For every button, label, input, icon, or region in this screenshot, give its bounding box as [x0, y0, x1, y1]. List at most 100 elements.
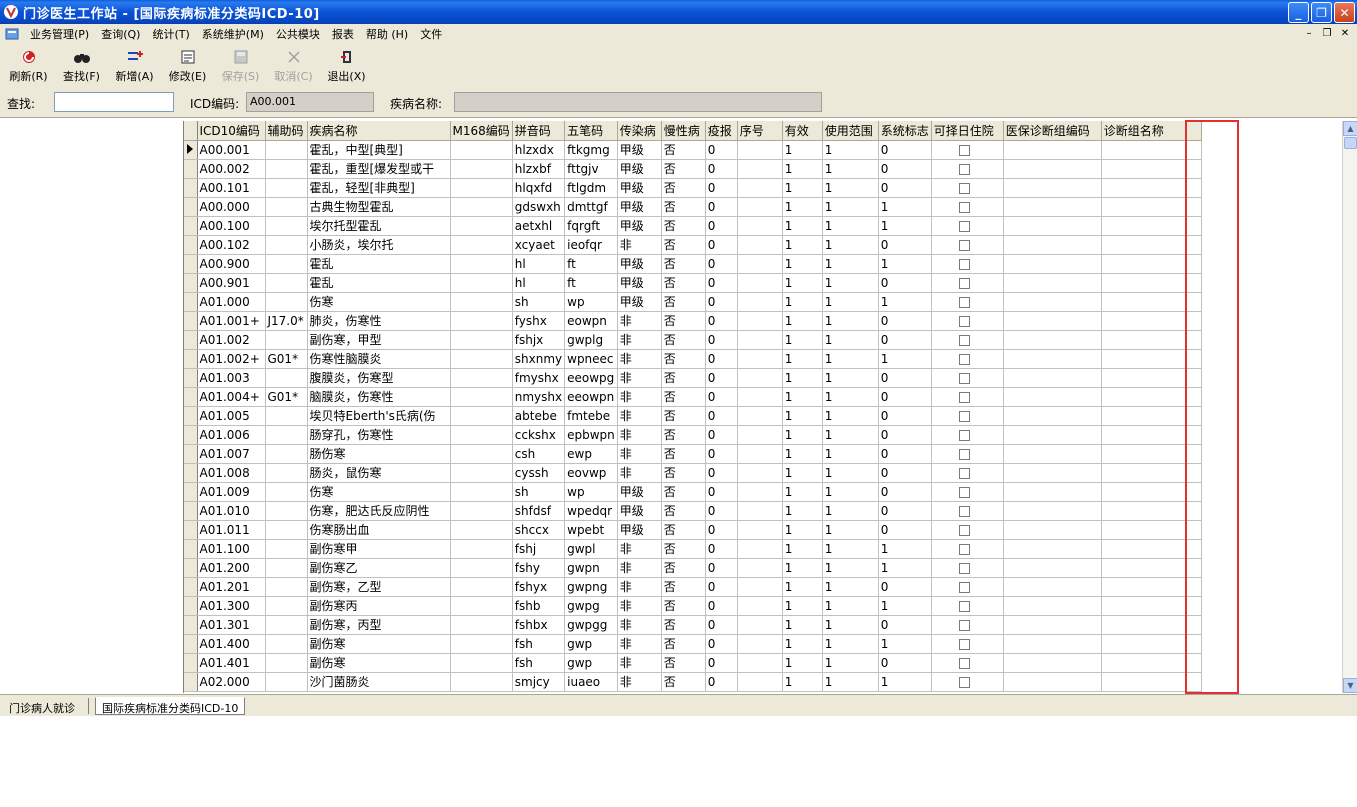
table-cell[interactable]: A01.401: [197, 653, 266, 673]
table-cell[interactable]: 0: [705, 216, 738, 236]
table-cell[interactable]: 非: [617, 330, 662, 350]
table-cell[interactable]: [450, 482, 513, 502]
table-cell[interactable]: G01*: [265, 349, 308, 369]
table-cell[interactable]: 1: [822, 349, 879, 369]
table-cell[interactable]: 1: [822, 311, 879, 331]
table-cell[interactable]: A01.002: [197, 330, 266, 350]
table-cell[interactable]: 1: [822, 444, 879, 464]
row-indicator[interactable]: [184, 634, 198, 654]
table-cell[interactable]: [1003, 368, 1102, 388]
table-cell[interactable]: 0: [705, 140, 738, 160]
table-cell[interactable]: [1101, 596, 1202, 616]
table-cell[interactable]: 1: [822, 235, 879, 255]
table-cell[interactable]: 否: [661, 235, 706, 255]
table-cell[interactable]: 肠炎，鼠伤寒: [307, 463, 451, 483]
table-cell[interactable]: [1101, 292, 1202, 312]
table-cell[interactable]: [265, 216, 308, 236]
scroll-down-icon[interactable]: ▼: [1343, 678, 1357, 693]
table-cell[interactable]: 0: [878, 577, 932, 597]
table-cell[interactable]: hl: [512, 254, 566, 274]
elective-admission-cell[interactable]: [931, 520, 1004, 540]
table-cell[interactable]: fyshx: [512, 311, 566, 331]
table-cell[interactable]: 1: [782, 387, 823, 407]
table-cell[interactable]: [450, 254, 513, 274]
table-cell[interactable]: 否: [661, 368, 706, 388]
table-cell[interactable]: gwpn: [564, 558, 618, 578]
elective-admission-cell[interactable]: [931, 349, 1004, 369]
table-cell[interactable]: sh: [512, 292, 566, 312]
table-cell[interactable]: 1: [782, 463, 823, 483]
tab-outpatient[interactable]: 门诊病人就诊: [2, 697, 82, 715]
table-cell[interactable]: eeowpg: [564, 368, 618, 388]
elective-admission-cell[interactable]: [931, 292, 1004, 312]
table-cell[interactable]: [737, 444, 783, 464]
table-cell[interactable]: 1: [822, 615, 879, 635]
table-cell[interactable]: [265, 235, 308, 255]
table-cell[interactable]: 0: [705, 634, 738, 654]
table-cell[interactable]: 0: [878, 235, 932, 255]
table-cell[interactable]: [737, 197, 783, 217]
elective-admission-checkbox[interactable]: [958, 201, 970, 213]
table-cell[interactable]: [1101, 273, 1202, 293]
table-cell[interactable]: [450, 349, 513, 369]
elective-admission-cell[interactable]: [931, 577, 1004, 597]
add-button[interactable]: 新增(A): [108, 44, 161, 84]
table-cell[interactable]: wp: [564, 292, 618, 312]
table-cell[interactable]: [450, 197, 513, 217]
table-cell[interactable]: eovwp: [564, 463, 618, 483]
table-cell[interactable]: [450, 539, 513, 559]
table-cell[interactable]: A00.001: [197, 140, 266, 160]
table-cell[interactable]: [450, 273, 513, 293]
table-cell[interactable]: 副伤寒乙: [307, 558, 451, 578]
table-cell[interactable]: [1003, 577, 1102, 597]
table-cell[interactable]: [1101, 311, 1202, 331]
table-cell[interactable]: 非: [617, 653, 662, 673]
edit-button[interactable]: 修改(E): [161, 44, 214, 84]
menu-help[interactable]: 帮助 (H): [360, 26, 414, 42]
table-cell[interactable]: G01*: [265, 387, 308, 407]
table-row[interactable]: A01.002+ G01* 伤寒性脑膜炎 shxnmy wpneec 非否 0 1 1 1: [184, 349, 1202, 369]
elective-admission-checkbox[interactable]: [958, 277, 970, 289]
table-cell[interactable]: fshy: [512, 558, 566, 578]
table-cell[interactable]: gwpgg: [564, 615, 618, 635]
elective-admission-cell[interactable]: [931, 596, 1004, 616]
elective-admission-checkbox[interactable]: [958, 676, 970, 688]
table-cell[interactable]: A01.301: [197, 615, 266, 635]
table-cell[interactable]: 否: [661, 254, 706, 274]
table-cell[interactable]: gwpng: [564, 577, 618, 597]
table-row[interactable]: A01.010 伤寒，肥达氏反应阴性 shfdsf wpedqr 甲级否 0 1 1 0: [184, 501, 1202, 521]
table-cell[interactable]: [737, 349, 783, 369]
table-cell[interactable]: A01.100: [197, 539, 266, 559]
table-cell[interactable]: fsh: [512, 634, 566, 654]
table-cell[interactable]: [265, 520, 308, 540]
table-row[interactable]: A01.401 副伤寒 fsh gwp 非否 0 1 1 0: [184, 653, 1202, 673]
table-cell[interactable]: wp: [564, 482, 618, 502]
table-cell[interactable]: [265, 577, 308, 597]
table-cell[interactable]: 霍乱: [307, 254, 451, 274]
elective-admission-cell[interactable]: [931, 330, 1004, 350]
column-header[interactable]: 医保诊断组编码: [1003, 121, 1102, 141]
table-cell[interactable]: [1101, 482, 1202, 502]
table-cell[interactable]: 1: [782, 235, 823, 255]
table-cell[interactable]: [265, 653, 308, 673]
table-row[interactable]: A01.000 伤寒 sh wp 甲级否 0 1 1 1: [184, 292, 1202, 312]
table-cell[interactable]: [265, 254, 308, 274]
elective-admission-cell[interactable]: [931, 273, 1004, 293]
table-cell[interactable]: [1003, 311, 1102, 331]
table-cell[interactable]: aetxhl: [512, 216, 566, 236]
table-cell[interactable]: cckshx: [512, 425, 566, 445]
table-cell[interactable]: [737, 311, 783, 331]
elective-admission-cell[interactable]: [931, 425, 1004, 445]
elective-admission-cell[interactable]: [931, 159, 1004, 179]
table-cell[interactable]: 霍乱: [307, 273, 451, 293]
table-cell[interactable]: 0: [705, 387, 738, 407]
table-cell[interactable]: 否: [661, 539, 706, 559]
table-cell[interactable]: 0: [878, 425, 932, 445]
table-cell[interactable]: 0: [705, 425, 738, 445]
table-cell[interactable]: 1: [782, 615, 823, 635]
table-cell[interactable]: 否: [661, 634, 706, 654]
scroll-thumb[interactable]: [1344, 137, 1357, 149]
column-header[interactable]: 诊断组名称: [1101, 121, 1202, 141]
table-cell[interactable]: fshbx: [512, 615, 566, 635]
table-cell[interactable]: [1003, 387, 1102, 407]
